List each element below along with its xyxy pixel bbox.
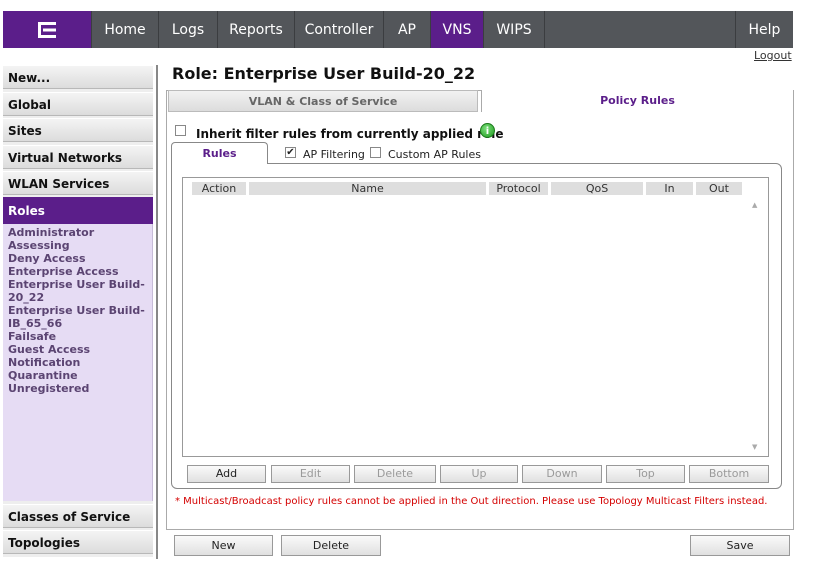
page-title: Role: Enterprise User Build-20_22 [172, 64, 476, 83]
column-header-protocol[interactable]: Protocol [489, 182, 548, 195]
column-header-qos[interactable]: QoS [551, 182, 643, 195]
column-header-out[interactable]: Out [696, 182, 742, 195]
role-item-administrator[interactable]: Administrator [8, 226, 152, 239]
role-item-enterprise-user-build-20-22-cont[interactable]: 20_22 [8, 291, 152, 304]
role-item-enterprise-access[interactable]: Enterprise Access [8, 265, 152, 278]
nav-tab-logs[interactable]: Logs [159, 11, 218, 48]
logo-e-icon [38, 21, 56, 38]
role-item-enterprise-user-build-ib-65-66-cont[interactable]: IB_65_66 [8, 317, 152, 330]
role-item-failsafe[interactable]: Failsafe [8, 330, 152, 343]
delete-role-button[interactable]: Delete [281, 535, 381, 556]
new-role-button[interactable]: New [174, 535, 273, 556]
role-item-enterprise-user-build-20-22[interactable]: Enterprise User Build- [8, 278, 152, 291]
sidebar-splitter[interactable] [156, 65, 158, 559]
sidebar-item-new[interactable]: New... [3, 65, 153, 89]
role-item-enterprise-user-build-ib-65-66[interactable]: Enterprise User Build- [8, 304, 152, 317]
column-header-action[interactable]: Action [192, 182, 246, 195]
subtab-rules[interactable]: Rules [171, 142, 268, 164]
sidebar-item-topologies[interactable]: Topologies [3, 530, 153, 554]
edit-rule-button[interactable]: Edit [271, 465, 350, 483]
scroll-down-arrow-icon[interactable]: ▼ [752, 443, 757, 451]
move-bottom-button[interactable]: Bottom [689, 465, 769, 483]
delete-rule-button[interactable]: Delete [354, 465, 436, 483]
nav-tab-vns[interactable]: VNS [431, 11, 484, 48]
info-icon[interactable]: i [480, 123, 495, 138]
sidebar: New... Global Sites Virtual Networks WLA… [3, 65, 153, 557]
sidebar-item-sites[interactable]: Sites [3, 118, 153, 142]
sidebar-item-virtual-networks[interactable]: Virtual Networks [3, 145, 153, 169]
role-item-notification[interactable]: Notification [8, 356, 152, 369]
policy-rules-table [182, 177, 769, 457]
nav-tab-wips[interactable]: WIPS [484, 11, 545, 48]
sidebar-item-roles[interactable]: Roles [3, 197, 153, 224]
nav-tab-reports[interactable]: Reports [218, 11, 295, 48]
nav-tab-ap[interactable]: AP [384, 11, 431, 48]
move-up-button[interactable]: Up [440, 465, 518, 483]
column-header-in[interactable]: In [646, 182, 693, 195]
extreme-logo[interactable] [3, 11, 92, 48]
add-rule-button[interactable]: Add [187, 465, 266, 483]
top-navigation-bar: Home Logs Reports Controller AP VNS WIPS… [3, 11, 793, 48]
sidebar-item-wlan-services[interactable]: WLAN Services [3, 171, 153, 195]
tab-vlan-class-of-service[interactable]: VLAN & Class of Service [168, 90, 478, 112]
custom-ap-rules-checkbox[interactable] [370, 147, 381, 158]
sidebar-item-global[interactable]: Global [3, 92, 153, 116]
sidebar-item-classes-of-service[interactable]: Classes of Service [3, 504, 153, 528]
role-item-deny-access[interactable]: Deny Access [8, 252, 152, 265]
role-item-quarantine[interactable]: Quarantine [8, 369, 152, 382]
role-item-guest-access[interactable]: Guest Access [8, 343, 152, 356]
ap-filtering-label: AP Filtering [303, 148, 365, 161]
move-down-button[interactable]: Down [522, 465, 602, 483]
column-header-name[interactable]: Name [249, 182, 486, 195]
role-item-unregistered[interactable]: Unregistered [8, 382, 152, 395]
nav-help[interactable]: Help [736, 11, 793, 48]
nav-tab-controller[interactable]: Controller [295, 11, 384, 48]
save-button[interactable]: Save [690, 535, 790, 556]
ap-filtering-checkbox[interactable]: ✔ [285, 147, 296, 158]
inherit-filter-label: Inherit filter rules from currently appl… [196, 127, 504, 141]
scroll-up-arrow-icon[interactable]: ▲ [752, 201, 757, 209]
multicast-warning-note: * Multicast/Broadcast policy rules canno… [175, 496, 768, 507]
logout-link[interactable]: Logout [754, 49, 792, 62]
role-item-assessing[interactable]: Assessing [8, 239, 152, 252]
nav-tab-home[interactable]: Home [92, 11, 159, 48]
tab-policy-rules[interactable]: Policy Rules [481, 90, 793, 112]
custom-ap-rules-label: Custom AP Rules [388, 148, 481, 161]
nav-spacer [545, 11, 736, 48]
inherit-filter-checkbox[interactable] [175, 125, 186, 136]
roles-list: Administrator Assessing Deny Access Ente… [3, 224, 153, 501]
move-top-button[interactable]: Top [606, 465, 685, 483]
